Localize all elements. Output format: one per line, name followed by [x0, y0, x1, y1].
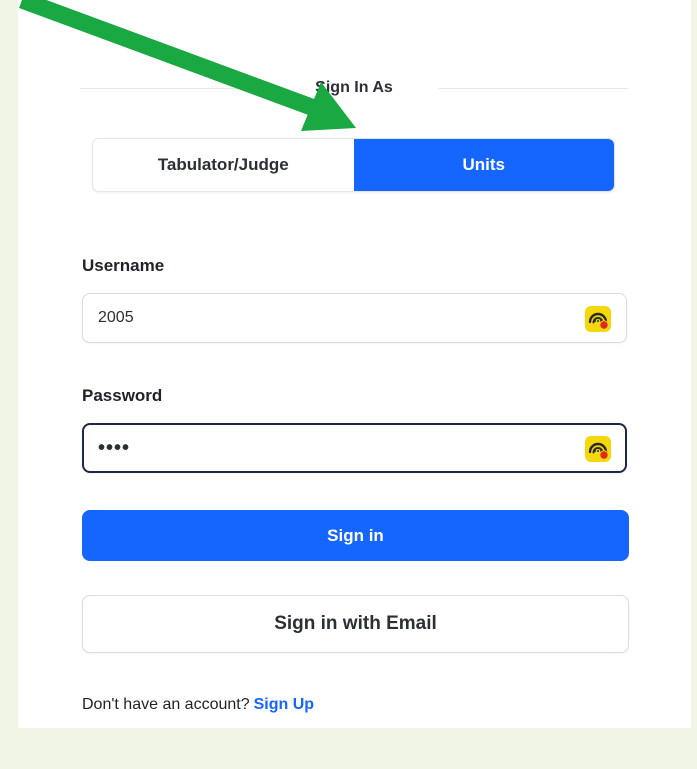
signin-card: Sign In As Tabulator/Judge Units Usernam…	[18, 0, 691, 728]
password-manager-extension-icon[interactable]	[584, 305, 612, 333]
role-option-units[interactable]: Units	[353, 139, 614, 191]
sign-in-button[interactable]: Sign in	[82, 510, 629, 561]
heading-divider-right	[438, 88, 628, 89]
role-option-tabulator-judge[interactable]: Tabulator/Judge	[93, 139, 354, 191]
role-toggle: Tabulator/Judge Units	[92, 138, 615, 192]
password-manager-extension-icon[interactable]	[584, 435, 612, 463]
username-label: Username	[82, 256, 165, 275]
username-field[interactable]: 2005	[82, 293, 627, 343]
password-value: ••••	[98, 437, 131, 459]
signup-prompt-text: Don't have an account?	[82, 696, 250, 713]
username-value: 2005	[98, 309, 134, 326]
signup-prompt: Don't have an account? Sign Up	[82, 696, 314, 714]
sign-in-with-email-button[interactable]: Sign in with Email	[82, 595, 629, 653]
password-field[interactable]: ••••	[82, 423, 627, 473]
password-label: Password	[82, 386, 163, 405]
signin-heading-row: Sign In As	[80, 75, 628, 103]
sign-up-link[interactable]: Sign Up	[254, 696, 314, 713]
